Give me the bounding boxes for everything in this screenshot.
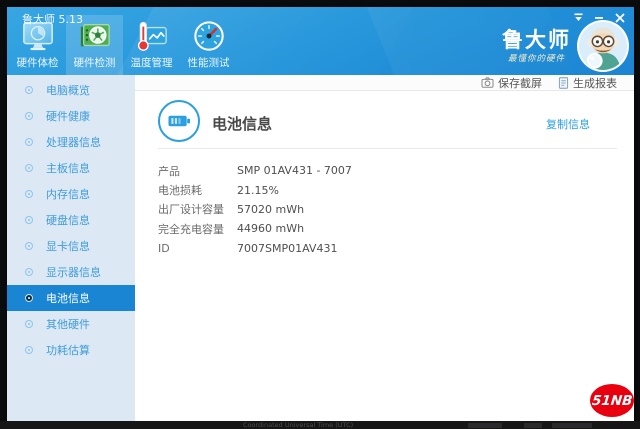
51nb-watermark-logo: 51NB <box>590 384 634 417</box>
field-row-product: 产品 SMP 01AV431 - 7007 <box>158 164 352 178</box>
section-title: 电池信息 <box>212 115 273 133</box>
close-icon <box>615 13 625 22</box>
generate-report-button[interactable]: 生成报表 <box>558 75 617 91</box>
thermometer-chart-icon <box>137 21 167 51</box>
content-toolbar: 保存截屏 生成报表 <box>135 75 634 91</box>
taskbar-clock-text: Coordinated Universal Time (UTC) <box>243 421 354 429</box>
tab-label: 性能测试 <box>187 57 230 69</box>
brand-name: 鲁大师 <box>502 27 571 52</box>
os-taskbar: Coordinated Universal Time (UTC) <box>0 421 640 429</box>
tray-item <box>468 422 502 428</box>
bullet-icon <box>25 164 33 172</box>
bullet-icon <box>25 294 33 302</box>
bullet-icon <box>25 216 33 224</box>
bullet-icon <box>25 86 33 94</box>
sidebar-item-motherboard-info[interactable]: 主板信息 <box>7 155 135 181</box>
bullet-icon <box>25 346 33 354</box>
tab-temperature[interactable]: 温度管理 <box>123 15 180 75</box>
save-screenshot-button[interactable]: 保存截屏 <box>481 75 542 91</box>
bullet-icon <box>25 320 33 328</box>
tab-benchmark[interactable]: 性能测试 <box>180 15 237 75</box>
bullet-icon <box>25 268 33 276</box>
content-panel: 保存截屏 生成报表 电池信息 复制信息 产品 SMP 01AV431 - 700… <box>135 75 634 421</box>
battery-icon <box>167 115 190 127</box>
sidebar-item-disk-info[interactable]: 硬盘信息 <box>7 207 135 233</box>
report-document-icon <box>558 76 569 89</box>
field-row-design-capacity: 出厂设计容量 57020 mWh <box>158 202 305 217</box>
close-button[interactable] <box>614 12 626 23</box>
sidebar-item-hardware-health[interactable]: 硬件健康 <box>7 103 135 129</box>
section-divider <box>158 148 617 149</box>
camera-icon <box>481 77 494 88</box>
bullet-icon <box>25 242 33 250</box>
sidebar-item-display-info[interactable]: 显示器信息 <box>7 259 135 285</box>
bullet-icon <box>25 112 33 120</box>
sidebar-item-processor-info[interactable]: 处理器信息 <box>7 129 135 155</box>
field-row-full-charge-capacity: 完全充电容量 44960 mWh <box>158 222 305 236</box>
tray-item <box>524 422 542 428</box>
mascot-avatar-icon <box>577 20 629 72</box>
sidebar-item-gpu-info[interactable]: 显卡信息 <box>7 233 135 259</box>
bullet-icon <box>25 138 33 146</box>
minimize-icon <box>595 17 603 19</box>
bullet-icon <box>25 190 33 198</box>
skin-menu-icon <box>574 13 582 21</box>
brand-logo: 鲁大师 最懂你的硬件 <box>502 20 629 72</box>
field-row-id: ID 7007SMP01AV431 <box>158 241 338 255</box>
battery-fields: 产品 SMP 01AV431 - 7007 电池损耗 21.15% 出厂设计容量… <box>158 161 352 258</box>
sidebar-item-battery-info[interactable]: 电池信息 <box>7 285 135 311</box>
sidebar-item-other-hardware[interactable]: 其他硬件 <box>7 311 135 337</box>
copy-info-link[interactable]: 复制信息 <box>546 116 590 132</box>
brand-slogan: 最懂你的硬件 <box>507 53 565 64</box>
tab-label: 硬件体检 <box>16 57 59 69</box>
battery-section-icon <box>158 100 200 142</box>
tab-label: 硬件检测 <box>73 57 116 69</box>
field-row-wear-level: 电池损耗 21.15% <box>158 183 279 198</box>
ludashi-window: 鲁大师 5.13 硬件体检 硬件检测 温度管理 性能测试 鲁大师 最懂你的硬件 … <box>7 7 634 421</box>
speedometer-icon <box>193 21 224 51</box>
window-controls <box>572 12 626 23</box>
tray-item <box>552 422 592 428</box>
window-header: 鲁大师 5.13 硬件体检 硬件检测 温度管理 性能测试 鲁大师 最懂你的硬件 <box>7 7 634 75</box>
sidebar-item-power-estimate[interactable]: 功耗估算 <box>7 337 135 363</box>
minimize-button[interactable] <box>593 12 605 23</box>
desktop: 鲁大师 5.13 硬件体检 硬件检测 温度管理 性能测试 鲁大师 最懂你的硬件 … <box>0 0 640 429</box>
tab-label: 温度管理 <box>130 57 173 69</box>
sidebar-item-memory-info[interactable]: 内存信息 <box>7 181 135 207</box>
window-title: 鲁大师 5.13 <box>22 13 83 26</box>
sidebar-item-computer-overview[interactable]: 电脑概览 <box>7 77 135 103</box>
sidebar: 电脑概览 硬件健康 处理器信息 主板信息 内存信息 硬盘信息 显卡信息 显示器信… <box>7 75 135 421</box>
skin-menu-button[interactable] <box>572 12 584 23</box>
